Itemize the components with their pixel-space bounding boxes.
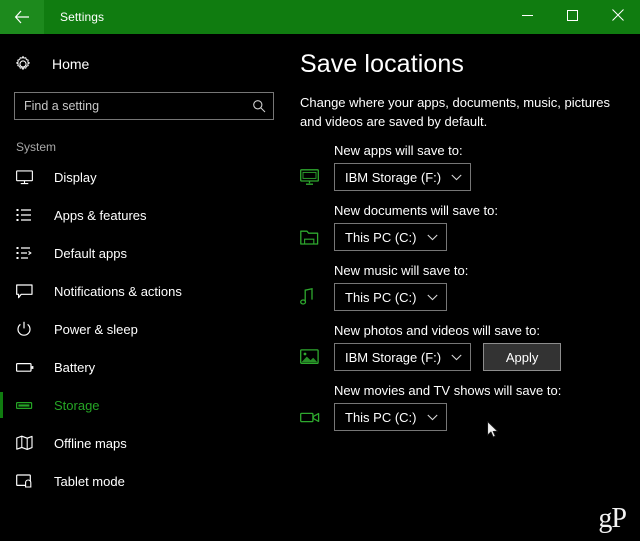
- drive-icon: [16, 400, 40, 411]
- close-icon: [611, 8, 624, 26]
- dropdown-apps-value: IBM Storage (F:): [345, 169, 442, 185]
- sidebar-item-offline-maps-label: Offline maps: [54, 435, 127, 451]
- apps-monitor-icon: [300, 168, 334, 186]
- search-icon[interactable]: [251, 98, 267, 114]
- list-icon: [16, 208, 40, 223]
- row-controls-music: This PC (C:): [288, 283, 640, 311]
- sidebar-item-storage[interactable]: Storage: [0, 386, 288, 424]
- save-location-row-music: New music will save to: This PC (C:): [288, 263, 640, 311]
- sidebar-item-apps-features[interactable]: Apps & features: [0, 196, 288, 234]
- dropdown-photos-location[interactable]: IBM Storage (F:): [334, 343, 472, 371]
- chevron-down-icon: [426, 414, 438, 421]
- save-location-row-apps: New apps will save to: IBM Storage (F:): [288, 143, 640, 191]
- watermark: gP: [598, 503, 627, 534]
- sidebar-item-power-sleep[interactable]: Power & sleep: [0, 310, 288, 348]
- row-label-documents: New documents will save to:: [334, 203, 499, 218]
- sidebar-item-default-apps[interactable]: Default apps: [0, 234, 288, 272]
- save-location-row-photos: New photos and videos will save to: IBM …: [288, 323, 640, 371]
- sidebar-item-display[interactable]: Display: [0, 158, 288, 196]
- power-icon: [16, 321, 40, 337]
- back-button[interactable]: [0, 0, 44, 34]
- video-camera-icon: [300, 411, 334, 424]
- window-title: Settings: [60, 10, 105, 24]
- main-content: Save locations Change where your apps, d…: [288, 34, 640, 541]
- row-controls-apps: IBM Storage (F:): [288, 163, 640, 191]
- maximize-icon: [567, 8, 578, 26]
- window-controls: [505, 0, 640, 34]
- row-controls-documents: This PC (C:): [288, 223, 640, 251]
- speech-bubble-icon: [16, 283, 40, 299]
- sidebar-item-home[interactable]: Home: [0, 44, 288, 84]
- sidebar-item-default-apps-label: Default apps: [54, 245, 127, 261]
- row-controls-photos: IBM Storage (F:) Apply: [288, 343, 640, 371]
- gear-icon: [14, 55, 40, 73]
- sidebar-item-tablet-mode[interactable]: Tablet mode: [0, 462, 288, 500]
- chevron-down-icon: [426, 234, 438, 241]
- sidebar-item-storage-label: Storage: [54, 397, 100, 413]
- chevron-down-icon: [426, 294, 438, 301]
- search-input[interactable]: [15, 93, 273, 119]
- minimize-button[interactable]: [505, 0, 550, 34]
- row-label-apps: New apps will save to:: [334, 143, 463, 158]
- settings-window: Settings Home Find a setting System Disp…: [0, 0, 640, 541]
- map-icon: [16, 435, 40, 451]
- sidebar-item-notifications-actions[interactable]: Notifications & actions: [0, 272, 288, 310]
- minimize-icon: [522, 8, 533, 26]
- dropdown-music-location[interactable]: This PC (C:): [334, 283, 447, 311]
- chevron-down-icon: [451, 354, 462, 361]
- dropdown-documents-value: This PC (C:): [345, 229, 417, 245]
- documents-folder-icon: [300, 229, 334, 246]
- maximize-button[interactable]: [550, 0, 595, 34]
- sidebar-item-notifications-actions-label: Notifications & actions: [54, 283, 182, 299]
- dropdown-music-value: This PC (C:): [345, 289, 417, 305]
- sidebar-item-home-label: Home: [52, 56, 90, 72]
- sidebar-group-label: System: [16, 140, 57, 154]
- page-description: Change where your apps, documents, music…: [300, 95, 610, 129]
- sidebar-item-power-sleep-label: Power & sleep: [54, 321, 138, 337]
- search-box[interactable]: [14, 92, 274, 120]
- sidebar-item-battery[interactable]: Battery: [0, 348, 288, 386]
- back-arrow-icon: [14, 10, 30, 24]
- dropdown-movies-value: This PC (C:): [345, 409, 417, 425]
- row-label-photos: New photos and videos will save to:: [334, 323, 540, 338]
- dropdown-apps-location[interactable]: IBM Storage (F:): [334, 163, 472, 191]
- chevron-down-icon: [451, 174, 462, 181]
- dropdown-movies-location[interactable]: This PC (C:): [334, 403, 447, 431]
- battery-icon: [16, 362, 40, 373]
- close-button[interactable]: [595, 0, 640, 34]
- tablet-icon: [16, 473, 40, 489]
- selection-indicator: [0, 392, 3, 418]
- save-location-row-documents: New documents will save to: This PC (C:): [288, 203, 640, 251]
- music-note-icon: [300, 288, 334, 306]
- photo-icon: [300, 349, 334, 365]
- row-label-movies: New movies and TV shows will save to:: [334, 383, 562, 398]
- apply-button[interactable]: Apply: [483, 343, 562, 371]
- sidebar: Home System: [0, 34, 288, 541]
- sidebar-item-display-label: Display: [54, 169, 97, 185]
- row-controls-movies: This PC (C:): [288, 403, 640, 431]
- sidebar-item-battery-label: Battery: [54, 359, 96, 375]
- sidebar-item-offline-maps[interactable]: Offline maps: [0, 424, 288, 462]
- title-bar: Settings: [0, 0, 640, 34]
- monitor-icon: [16, 169, 40, 185]
- sidebar-item-tablet-mode-label: Tablet mode: [54, 473, 125, 489]
- save-location-row-movies: New movies and TV shows will save to: Th…: [288, 383, 640, 431]
- dropdown-documents-location[interactable]: This PC (C:): [334, 223, 447, 251]
- row-label-music: New music will save to:: [334, 263, 469, 278]
- window-body: Home System: [0, 34, 640, 541]
- sidebar-item-apps-features-label: Apps & features: [54, 207, 147, 223]
- dropdown-photos-value: IBM Storage (F:): [345, 349, 442, 365]
- list-arrow-icon: [16, 246, 40, 261]
- page-title: Save locations: [300, 50, 464, 78]
